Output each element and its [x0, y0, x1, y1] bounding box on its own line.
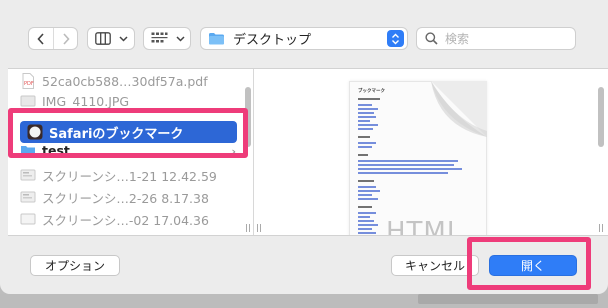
doc-line — [358, 104, 372, 106]
file-name: IMG_4110.JPG — [42, 93, 130, 109]
doc-line — [358, 146, 372, 148]
chevron-left-icon — [37, 32, 44, 45]
location-popup[interactable]: デスクトップ — [200, 27, 408, 50]
doc-line — [358, 186, 376, 188]
cancel-button[interactable]: キャンセル — [391, 255, 479, 276]
file-open-dialog: デスクトップ PDF 52ca0cb588…30df57a.pdf IMG_41… — [0, 0, 608, 294]
file-name: 52ca0cb588…30df57a.pdf — [42, 73, 208, 89]
doc-line — [358, 216, 370, 218]
column-resize-handle[interactable] — [257, 224, 261, 232]
preview-scrollbar[interactable] — [596, 69, 606, 235]
doc-line — [358, 164, 454, 166]
doc-line — [358, 108, 378, 110]
search-icon — [425, 32, 438, 45]
doc-line — [358, 120, 370, 122]
highlight-box-open-button — [467, 237, 591, 290]
chevron-down-icon — [119, 35, 128, 42]
image-file-icon — [20, 93, 36, 109]
doc-line — [358, 206, 372, 208]
doc-line — [358, 154, 368, 156]
list-item[interactable]: スクリーンシ…-02 17.04.36 — [20, 209, 240, 229]
doc-line — [358, 220, 374, 222]
html-document-preview: ブックマーク HTML — [349, 81, 487, 235]
svg-text:PDF: PDF — [24, 81, 34, 87]
list-item[interactable]: スクリーンシ…2-26 8.17.38 — [20, 187, 240, 207]
page-curl-icon — [431, 81, 487, 137]
doc-line — [358, 224, 378, 226]
search-field[interactable] — [416, 27, 576, 50]
group-by-button[interactable] — [143, 27, 191, 50]
forward-button[interactable] — [53, 28, 77, 49]
doc-line — [358, 212, 376, 214]
doc-line — [358, 160, 458, 162]
doc-line — [358, 190, 380, 192]
doc-line — [358, 228, 372, 230]
html-watermark: HTML — [386, 217, 463, 235]
doc-line — [358, 124, 378, 126]
grid-group-icon — [151, 32, 168, 43]
file-name: スクリーンシ…-02 17.04.36 — [42, 212, 209, 228]
doc-line — [358, 180, 374, 182]
updown-stepper-icon — [387, 30, 404, 47]
doc-line — [358, 194, 372, 196]
location-label: デスクトップ — [233, 33, 312, 48]
background-window-strip — [0, 294, 608, 308]
chevron-down-icon — [176, 35, 185, 42]
doc-line — [358, 116, 376, 118]
background-scrollbar — [418, 294, 598, 304]
chevron-right-icon — [62, 32, 70, 45]
folder-icon — [209, 33, 224, 45]
doc-line — [358, 112, 374, 114]
doc-title: ブックマーク — [358, 89, 385, 94]
back-button[interactable] — [29, 28, 53, 49]
doc-line — [358, 198, 378, 200]
screenshot-file-icon — [20, 167, 36, 183]
doc-line — [358, 128, 373, 130]
scrollbar-thumb[interactable] — [598, 87, 604, 147]
options-button[interactable]: オプション — [30, 255, 120, 276]
doc-line — [358, 136, 370, 138]
view-mode-button[interactable] — [87, 27, 135, 50]
file-name: スクリーンシ…2-26 8.17.38 — [42, 190, 209, 206]
doc-line — [358, 172, 448, 174]
column-resize-handle[interactable] — [599, 224, 603, 232]
pdf-file-icon: PDF — [20, 73, 36, 89]
search-input[interactable] — [445, 31, 565, 46]
screenshot-file-icon — [20, 189, 36, 205]
doc-line — [358, 168, 462, 170]
doc-line — [358, 142, 376, 144]
doc-line — [358, 232, 376, 234]
list-item[interactable]: PDF 52ca0cb588…30df57a.pdf — [20, 71, 240, 91]
preview-pane: ブックマーク HTML — [254, 69, 594, 235]
column-view-icon — [95, 32, 111, 45]
column-resize-handle[interactable] — [246, 224, 250, 232]
doc-line — [358, 98, 380, 100]
list-item[interactable]: スクリーンシ…1-21 12.42.59 — [20, 165, 240, 185]
nav-back-forward — [28, 27, 78, 50]
highlight-box-selected-file — [8, 108, 248, 158]
file-name: スクリーンシ…1-21 12.42.59 — [42, 168, 217, 184]
screenshot-file-icon — [20, 211, 36, 227]
